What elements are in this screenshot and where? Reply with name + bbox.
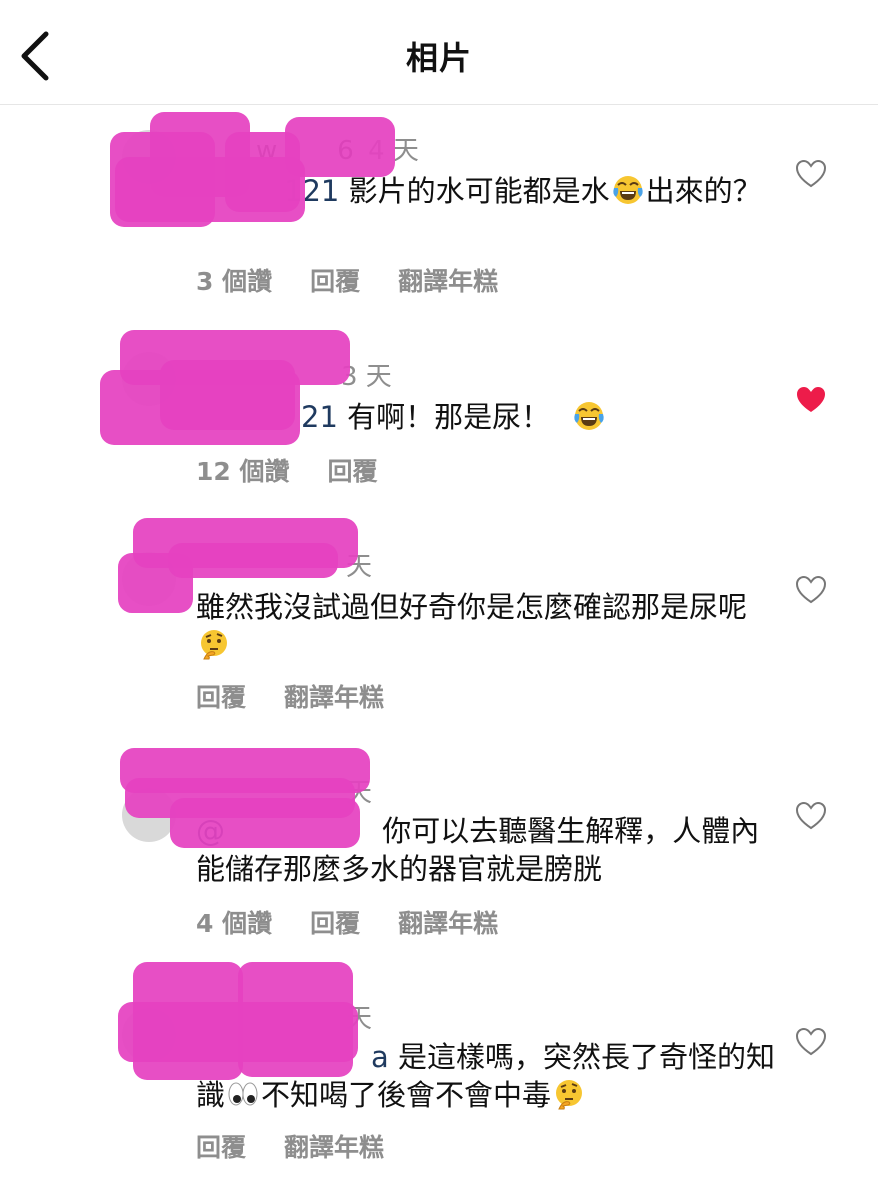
translate-button[interactable]: 翻譯年糕 (284, 678, 384, 714)
comment-meta: 天 (196, 546, 372, 583)
heart-outline-icon[interactable] (796, 160, 826, 188)
comment-actions: 回覆 翻譯年糕 (196, 678, 384, 714)
username[interactable]: w (256, 136, 277, 166)
face-with-tears-of-joy-icon (573, 400, 605, 432)
comment-time: 天 (346, 778, 373, 808)
heart-outline-icon[interactable] (796, 1028, 826, 1056)
reply-button[interactable]: 回覆 (196, 1128, 246, 1164)
likes-count[interactable]: 12 個讚 (196, 452, 290, 488)
eyes-icon (227, 1078, 259, 1110)
avatar[interactable] (122, 130, 176, 184)
page-title: 相片 (405, 39, 472, 77)
comment-time: 3 天 (341, 362, 392, 392)
mention-link[interactable]: 121 (284, 174, 339, 208)
comment-time: 天 (346, 552, 373, 582)
comment-body: 影片的水可能都是水 (348, 174, 610, 208)
comment-actions: 12 個讚 回覆 (196, 452, 378, 488)
translate-button[interactable]: 翻譯年糕 (398, 904, 498, 940)
comment-body: 雖然我沒試過但好奇你是怎麼確認那是尿呢 (196, 590, 748, 624)
comment-text: 21 有啊！那是尿！ (196, 398, 776, 436)
thinking-face-icon (198, 628, 230, 660)
comment-meta: 3 天 (196, 356, 392, 393)
mention-link[interactable]: 21 (301, 400, 338, 434)
comment-text: @ 你可以去聽醫生解釋，人體內能儲存那麼多水的器官就是膀胱 (196, 812, 776, 888)
mention-link[interactable]: @ (196, 814, 225, 848)
comment-meta: 天 (196, 772, 372, 809)
translate-button[interactable]: 翻譯年糕 (284, 1128, 384, 1164)
thinking-face-icon (553, 1078, 585, 1110)
comment-text: a 是這樣嗎，突然長了奇怪的知識 不知喝了後會不會中毒 (196, 1038, 776, 1114)
translate-button[interactable]: 翻譯年糕 (398, 262, 498, 298)
comment-meta: w 6 4 天 (196, 130, 419, 167)
likes-count[interactable]: 3 個讚 (196, 262, 272, 298)
username-tail[interactable]: 6 (337, 136, 354, 166)
reply-button[interactable]: 回覆 (328, 452, 378, 488)
mention-link[interactable]: a (371, 1040, 389, 1074)
comment-text: 121 影片的水可能都是水 出來的？ (196, 172, 776, 210)
comment-body-cont: 出來的？ (645, 174, 762, 208)
avatar[interactable] (122, 552, 176, 606)
comment-time: 天 (346, 1004, 373, 1034)
reply-button[interactable]: 回覆 (196, 678, 246, 714)
heart-outline-icon[interactable] (796, 802, 826, 830)
comment-body: 你可以去聽醫生解釋，人體內能儲存那麼多水的器官就是膀胱 (196, 814, 760, 886)
comment-meta: 天 (196, 998, 372, 1035)
face-with-tears-of-joy-icon (612, 174, 644, 206)
comment-text: 雖然我沒試過但好奇你是怎麼確認那是尿呢 (196, 588, 776, 664)
reply-button[interactable]: 回覆 (310, 262, 360, 298)
heart-outline-icon[interactable] (796, 576, 826, 604)
comment-body-cont: 不知喝了後會不會中毒 (261, 1078, 552, 1112)
comment-actions: 4 個讚 回覆 翻譯年糕 (196, 904, 498, 940)
top-bar: 相片 (0, 0, 878, 105)
comment-body: 有啊！那是尿！ (347, 400, 551, 434)
heart-filled-icon[interactable] (796, 386, 826, 414)
comment-actions: 回覆 翻譯年糕 (196, 1128, 384, 1164)
comment-actions: 3 個讚 回覆 翻譯年糕 (196, 262, 498, 298)
avatar[interactable] (122, 788, 176, 842)
avatar[interactable] (122, 352, 176, 406)
reply-button[interactable]: 回覆 (310, 904, 360, 940)
comment-time: 4 天 (368, 136, 419, 166)
avatar[interactable] (122, 1008, 176, 1062)
likes-count[interactable]: 4 個讚 (196, 904, 272, 940)
